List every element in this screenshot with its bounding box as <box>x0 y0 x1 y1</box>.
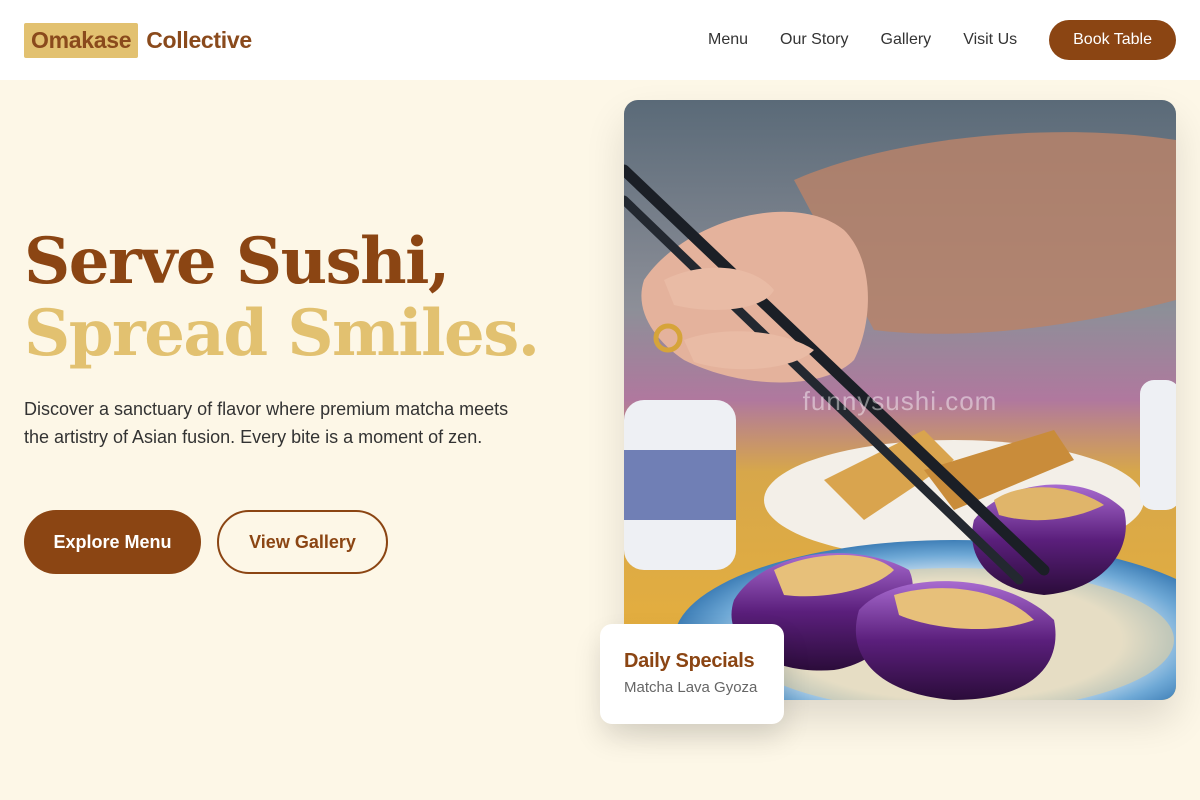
daily-special-card[interactable]: Daily Specials Matcha Lava Gyoza <box>600 624 784 724</box>
main-nav: Menu Our Story Gallery Visit Us Book Tab… <box>708 20 1176 60</box>
logo-text: Collective <box>146 26 252 53</box>
explore-menu-button[interactable]: Explore Menu <box>24 510 201 574</box>
nav-link-our-story[interactable]: Our Story <box>780 31 848 49</box>
view-gallery-button[interactable]: View Gallery <box>217 510 388 574</box>
nav-link-gallery[interactable]: Gallery <box>881 31 932 49</box>
hero-description: Discover a sanctuary of flavor where pre… <box>24 399 509 447</box>
hero-title: Serve Sushi, Spread Smiles. <box>24 224 540 371</box>
logo-highlight: Omakase <box>24 22 139 58</box>
site-header: Omakase Collective Menu Our Story Galler… <box>0 0 1200 80</box>
image-watermark: funnysushi.com <box>802 386 998 416</box>
hero-title-line1: Serve Sushi, <box>24 224 450 299</box>
special-title: Daily Specials <box>624 650 755 672</box>
hero-title-line2: Spread Smiles. <box>24 296 540 371</box>
book-table-button[interactable]: Book Table <box>1049 20 1176 60</box>
hero-food-image: funnysushi.com <box>624 100 1176 700</box>
nav-link-visit-us[interactable]: Visit Us <box>963 31 1017 49</box>
special-item: Matcha Lava Gyoza <box>624 679 758 696</box>
brand-logo[interactable]: Omakase Collective <box>24 22 252 58</box>
nav-link-menu[interactable]: Menu <box>708 31 748 49</box>
